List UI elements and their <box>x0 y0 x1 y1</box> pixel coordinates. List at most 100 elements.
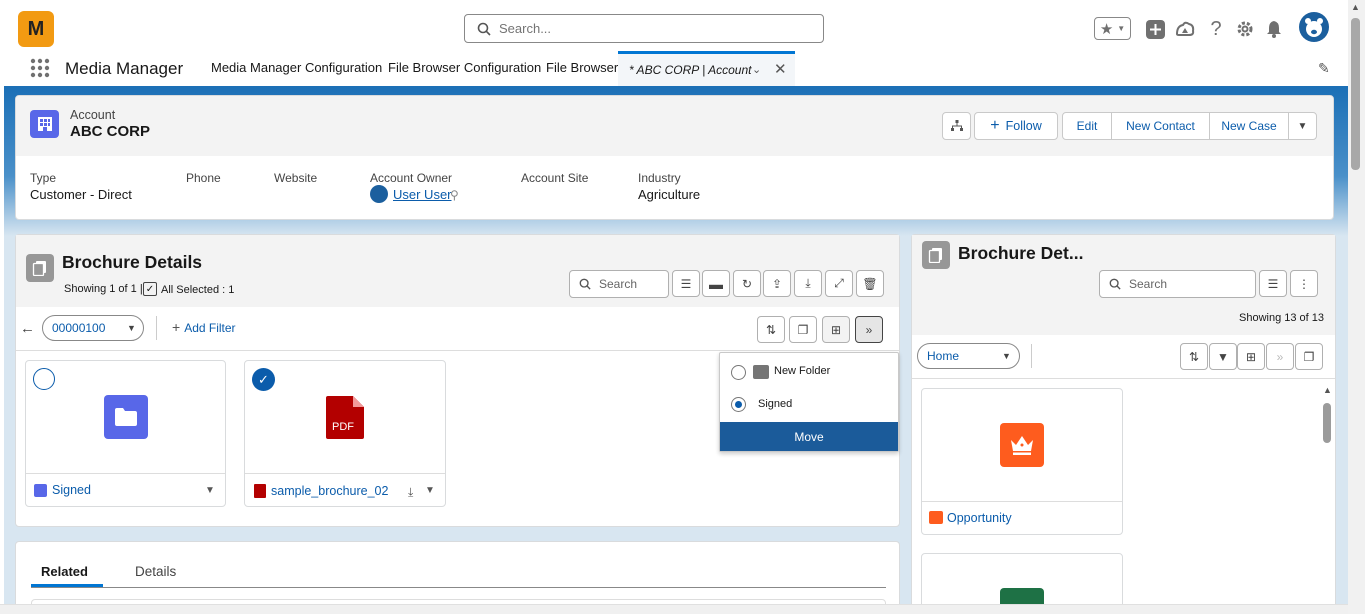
tile-name-link[interactable]: Opportunity <box>947 511 1012 525</box>
pdf-small-icon <box>254 484 266 498</box>
global-actions-icon[interactable] <box>1144 18 1166 40</box>
tile-menu-chevron-icon[interactable]: ▼ <box>205 485 215 496</box>
tile-name-link[interactable]: Signed <box>52 483 91 497</box>
field-value-type: Customer - Direct <box>30 187 132 202</box>
brochure-search-input-right[interactable]: Search <box>1099 270 1256 298</box>
new-folder-button[interactable]: ⊞ <box>1237 343 1265 370</box>
edit-nav-pencil-icon[interactable]: ✎ <box>1318 60 1330 77</box>
copy-button[interactable]: ❐ <box>1295 343 1323 370</box>
plus-icon: + <box>172 319 181 335</box>
change-owner-icon[interactable]: ⚲ <box>450 188 459 202</box>
scroll-thumb[interactable] <box>1323 403 1331 443</box>
bear-avatar-icon <box>1305 18 1323 37</box>
gear-icon[interactable] <box>1234 18 1256 40</box>
tab-details[interactable]: Details <box>135 564 176 579</box>
sort-button[interactable]: ⇅ <box>1180 343 1208 370</box>
files-icon <box>26 254 54 282</box>
folder-select-right[interactable]: Home ▼ <box>917 343 1020 369</box>
tab-related[interactable]: Related <box>41 564 88 579</box>
refresh-icon: ↻ <box>741 276 753 291</box>
follow-button[interactable]: + Follow <box>974 112 1058 140</box>
scroll-thumb[interactable] <box>1351 18 1360 170</box>
radio-dot <box>735 401 742 408</box>
global-search-input[interactable]: Search... <box>464 14 824 43</box>
horizontal-scrollbar[interactable] <box>0 604 1348 614</box>
list-view-button[interactable]: ☰ <box>672 270 700 297</box>
move-folder-icon: » <box>865 322 873 337</box>
tab-chevron-down-icon[interactable]: ⌄ <box>752 63 761 76</box>
owner-link[interactable]: User User <box>393 187 452 202</box>
plus-icon: + <box>990 117 1000 134</box>
tab-file-browser-configuration[interactable]: File Browser Configuration <box>388 60 541 75</box>
scroll-up-arrow-icon[interactable]: ▲ <box>1351 2 1360 12</box>
download-icon: ⤓ <box>805 276 811 290</box>
tile-checkbox[interactable] <box>33 368 55 390</box>
sort-button[interactable]: ⇅ <box>757 316 785 343</box>
folder-select[interactable]: 00000100 ▼ <box>42 315 144 341</box>
divider <box>156 316 157 340</box>
tile-checkbox-checked[interactable]: ✓ <box>252 368 275 391</box>
edit-button[interactable]: Edit <box>1063 113 1112 139</box>
more-options-button[interactable]: ⋮ <box>1290 270 1318 297</box>
download-button[interactable]: ⤓ <box>794 270 822 297</box>
right-card-scrollbar[interactable]: ▲ <box>1323 385 1332 614</box>
field-label-website: Website <box>274 171 318 185</box>
bell-icon[interactable] <box>1263 18 1285 40</box>
app-launcher-icon[interactable] <box>30 58 50 78</box>
record-name: ABC CORP <box>70 123 151 140</box>
folder-icon <box>104 395 148 439</box>
download-icon[interactable]: ⤓ <box>408 485 413 500</box>
copy-button[interactable]: ❐ <box>789 316 817 343</box>
brochure-title-right: Brochure Det... <box>958 243 1084 263</box>
back-arrow-icon[interactable]: ← <box>20 320 35 337</box>
showing-count: Showing 1 of 1 | <box>64 283 143 295</box>
new-contact-button[interactable]: New Contact <box>1112 113 1210 139</box>
divider <box>245 473 445 474</box>
option-signed-label: Signed <box>758 398 793 410</box>
tab-close-icon[interactable]: ✕ <box>774 60 787 78</box>
radio-signed[interactable] <box>731 397 746 412</box>
user-avatar[interactable] <box>1299 12 1329 42</box>
active-tab-label: * ABC CORP | Account <box>629 63 752 77</box>
scroll-up-arrow-icon[interactable]: ▲ <box>1323 385 1332 395</box>
tile-name-link[interactable]: sample_brochure_02 <box>271 484 388 498</box>
page-scrollbar[interactable]: ▲ <box>1348 0 1365 614</box>
divider <box>26 473 225 474</box>
move-confirm-button[interactable]: Move <box>720 422 898 451</box>
tile-menu-chevron-icon[interactable]: ▼ <box>425 485 435 496</box>
move-folder-button-disabled[interactable]: » <box>1266 343 1294 370</box>
trailhead-icon[interactable] <box>1174 18 1196 40</box>
select-all-checkbox[interactable]: ✓ <box>143 282 157 296</box>
app-logo[interactable]: M <box>18 11 54 47</box>
folder-small-icon <box>34 484 47 497</box>
expand-button[interactable]: ⤢ <box>825 270 853 297</box>
filter-button[interactable]: ▼ <box>1209 343 1237 370</box>
help-icon[interactable]: ? <box>1205 18 1227 40</box>
chevron-down-icon: ▼ <box>1117 24 1126 33</box>
expand-icon: ⤢ <box>834 276 844 290</box>
hierarchy-button[interactable] <box>942 112 971 140</box>
new-folder-button[interactable]: ⊞ <box>822 316 850 343</box>
search-icon <box>1109 278 1121 290</box>
divider <box>16 350 899 351</box>
logo-text: M <box>27 17 45 40</box>
upload-button[interactable]: ⇪ <box>763 270 791 297</box>
option-new-folder-label: New Folder <box>774 365 831 377</box>
radio-new-folder[interactable] <box>731 365 746 380</box>
move-button[interactable]: » <box>855 316 883 343</box>
app-name: Media Manager <box>65 59 184 78</box>
divider <box>31 587 886 588</box>
tab-file-browser[interactable]: File Browser <box>546 60 618 75</box>
tab-abc-corp-account[interactable]: * ABC CORP | Account ⌄ ✕ <box>618 51 795 86</box>
tab-media-manager-configuration[interactable]: Media Manager Configuration <box>211 60 382 75</box>
list-view-button[interactable]: ☰ <box>1259 270 1287 297</box>
tile-view-button[interactable]: ▬ <box>702 270 730 297</box>
delete-button[interactable]: 🗑 <box>856 270 884 297</box>
new-folder-icon: ⊞ <box>1245 349 1257 364</box>
refresh-button[interactable]: ↻ <box>733 270 761 297</box>
brochure-search-input[interactable]: Search <box>569 270 669 298</box>
new-case-button[interactable]: New Case <box>1210 113 1289 139</box>
favorites-button[interactable]: ★ ▼ <box>1094 17 1131 40</box>
more-actions-chevron-icon[interactable]: ▼ <box>1289 113 1316 139</box>
add-filter-link[interactable]: + Add Filter <box>172 319 236 335</box>
